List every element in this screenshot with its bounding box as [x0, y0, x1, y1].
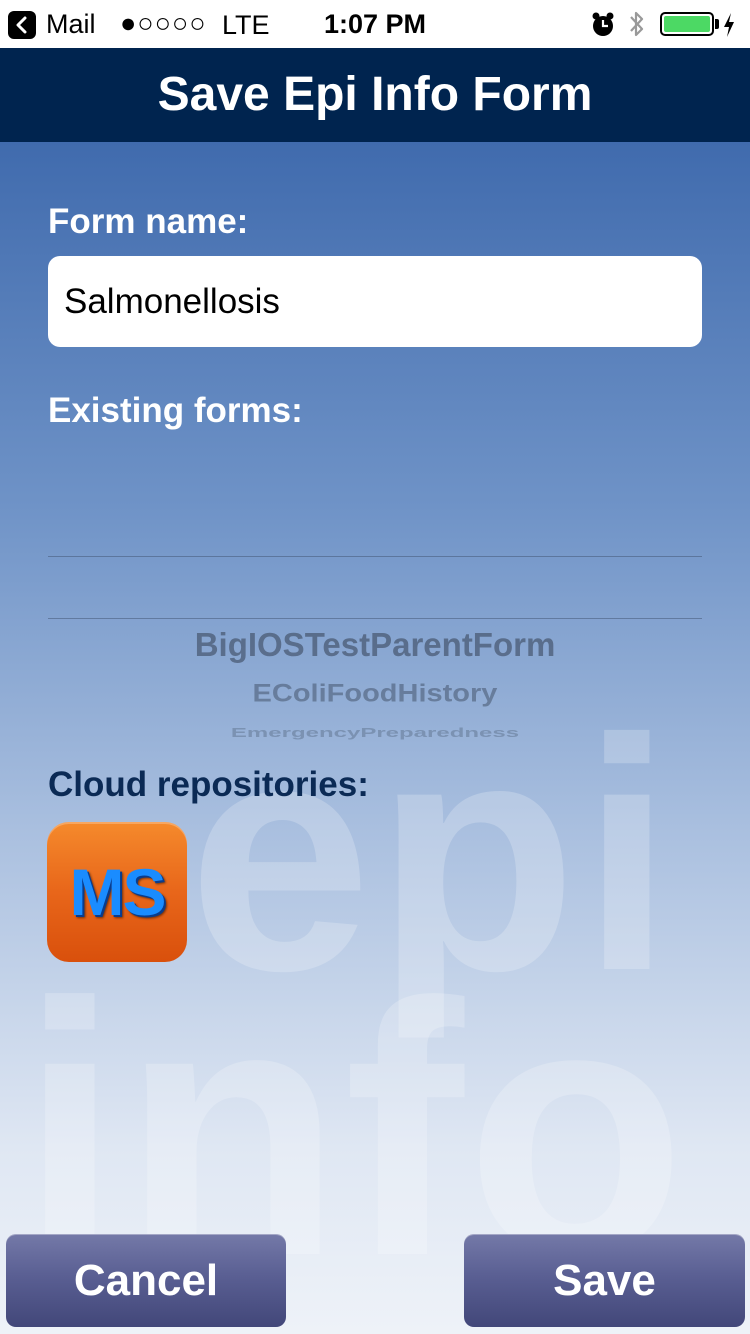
picker-item[interactable]: EmergencyPreparedness: [0, 725, 750, 740]
microsoft-cloud-icon: MS: [69, 855, 167, 929]
alarm-icon: [590, 12, 616, 45]
microsoft-cloud-button[interactable]: MS: [47, 822, 187, 962]
charging-icon: [722, 12, 736, 45]
status-bar: Mail ●○○○○ LTE 1:07 PM: [0, 0, 750, 48]
picker-item[interactable]: BigIOSTestParentForm: [0, 626, 750, 664]
cloud-repositories-label: Cloud repositories:: [48, 765, 369, 804]
form-name-input[interactable]: [48, 256, 702, 347]
existing-forms-label: Existing forms:: [48, 391, 303, 430]
cancel-button-label: Cancel: [73, 1255, 219, 1305]
picker-item[interactable]: EColiFoodHistory: [0, 680, 750, 708]
page-title: Save Epi Info Form: [0, 48, 750, 142]
battery-tip: [715, 19, 719, 29]
battery-icon: [660, 12, 714, 36]
picker-divider-bottom: [48, 618, 702, 619]
picker-divider-top: [48, 556, 702, 557]
save-button[interactable]: Save: [464, 1234, 745, 1327]
form-name-label: Form name:: [48, 202, 249, 241]
bluetooth-icon: [626, 9, 648, 46]
save-button-label: Save: [553, 1255, 656, 1305]
cancel-button[interactable]: Cancel: [6, 1234, 286, 1327]
